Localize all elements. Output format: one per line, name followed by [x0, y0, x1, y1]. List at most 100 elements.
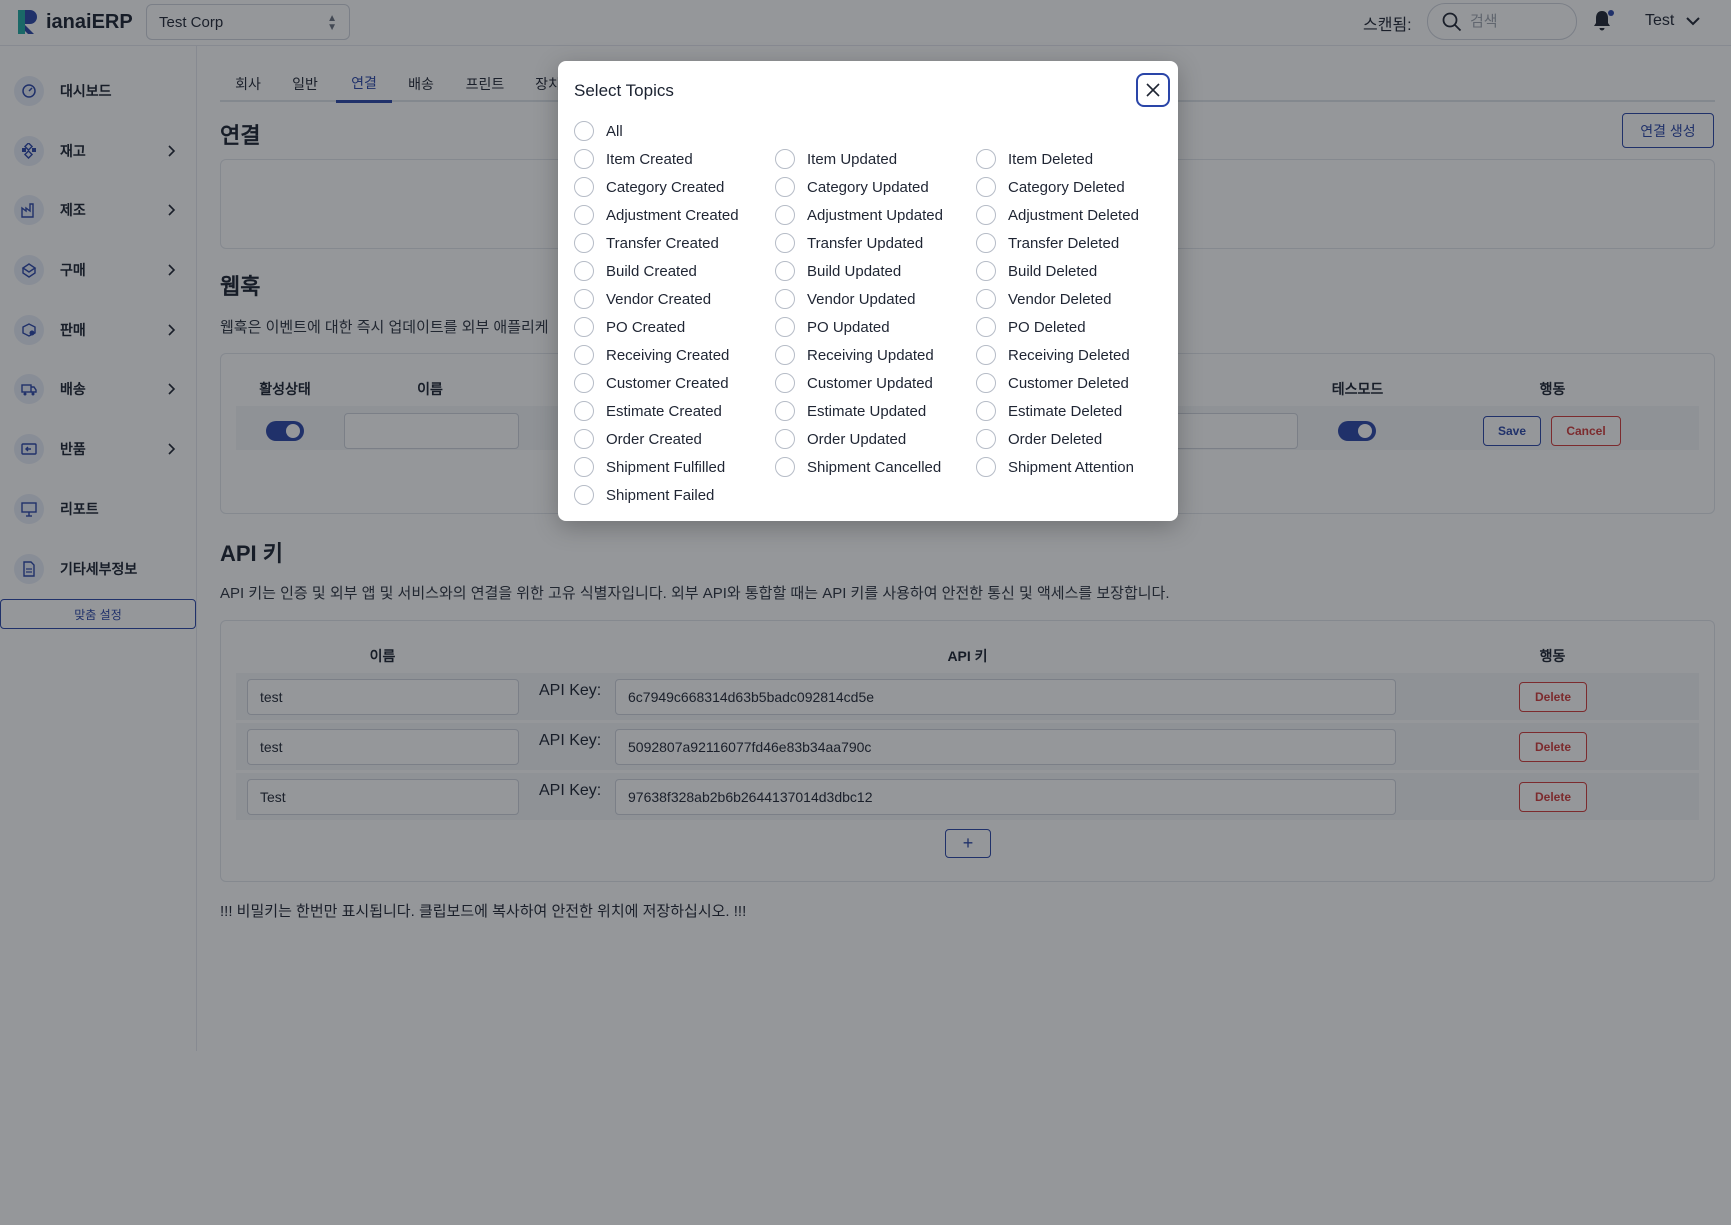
topic-checkbox[interactable]: Build Deleted: [976, 260, 1097, 282]
topic-checkbox[interactable]: Customer Updated: [775, 372, 933, 394]
checkbox[interactable]: [775, 261, 795, 281]
topic-label: Shipment Fulfilled: [606, 458, 726, 476]
topic-label: Order Updated: [807, 430, 907, 448]
topic-checkbox[interactable]: Receiving Updated: [775, 344, 934, 366]
checkbox[interactable]: [574, 177, 594, 197]
checkbox[interactable]: [775, 205, 795, 225]
topic-checkbox[interactable]: Build Created: [574, 260, 697, 282]
checkbox[interactable]: [976, 345, 996, 365]
topic-checkbox[interactable]: Shipment Failed: [574, 484, 714, 506]
topic-checkbox[interactable]: Vendor Created: [574, 288, 711, 310]
checkbox[interactable]: [976, 457, 996, 477]
checkbox[interactable]: [574, 149, 594, 169]
checkbox[interactable]: [775, 317, 795, 337]
topic-checkbox[interactable]: Receiving Created: [574, 344, 729, 366]
topic-label: Transfer Deleted: [1008, 234, 1120, 252]
checkbox[interactable]: [574, 205, 594, 225]
topic-checkbox[interactable]: Transfer Deleted: [976, 232, 1119, 254]
checkbox[interactable]: [574, 485, 594, 505]
checkbox[interactable]: [775, 289, 795, 309]
modal-close-button[interactable]: [1136, 73, 1170, 107]
topic-checkbox[interactable]: Transfer Created: [574, 232, 719, 254]
topic-checkbox[interactable]: Vendor Deleted: [976, 288, 1111, 310]
topic-checkbox[interactable]: PO Updated: [775, 316, 890, 338]
checkbox[interactable]: [976, 289, 996, 309]
checkbox[interactable]: [775, 373, 795, 393]
topic-checkbox[interactable]: Item Created: [574, 148, 693, 170]
close-icon: [1146, 83, 1160, 97]
topic-checkbox[interactable]: Adjustment Updated: [775, 204, 943, 226]
topic-label: Receiving Deleted: [1008, 346, 1130, 364]
checkbox[interactable]: [775, 401, 795, 421]
topic-checkbox[interactable]: Item Deleted: [976, 148, 1093, 170]
topic-label: Category Created: [606, 178, 725, 196]
topic-label: Item Created: [606, 150, 693, 168]
topic-label: Adjustment Created: [606, 206, 739, 224]
topic-checkbox[interactable]: Adjustment Deleted: [976, 204, 1139, 226]
topic-checkbox[interactable]: Estimate Created: [574, 400, 722, 422]
topic-label: Shipment Cancelled: [807, 458, 942, 476]
checkbox[interactable]: [976, 401, 996, 421]
topic-checkbox[interactable]: Build Updated: [775, 260, 901, 282]
checkbox[interactable]: [775, 457, 795, 477]
topic-checkbox[interactable]: Vendor Updated: [775, 288, 915, 310]
topic-checkbox[interactable]: PO Created: [574, 316, 685, 338]
checkbox[interactable]: [976, 233, 996, 253]
checkbox[interactable]: [574, 121, 594, 141]
topic-checkbox[interactable]: Shipment Attention: [976, 456, 1134, 478]
topic-checkbox[interactable]: Customer Created: [574, 372, 729, 394]
checkbox[interactable]: [775, 177, 795, 197]
checkbox[interactable]: [775, 233, 795, 253]
checkbox[interactable]: [574, 457, 594, 477]
checkbox[interactable]: [775, 149, 795, 169]
topic-label: Category Updated: [807, 178, 929, 196]
checkbox[interactable]: [574, 317, 594, 337]
checkbox[interactable]: [574, 373, 594, 393]
checkbox[interactable]: [976, 429, 996, 449]
topic-label: Category Deleted: [1008, 178, 1125, 196]
topic-checkbox[interactable]: Estimate Updated: [775, 400, 926, 422]
checkbox[interactable]: [976, 149, 996, 169]
topic-checkbox[interactable]: Order Updated: [775, 428, 906, 450]
checkbox[interactable]: [574, 429, 594, 449]
checkbox[interactable]: [574, 401, 594, 421]
checkbox[interactable]: [775, 345, 795, 365]
checkbox[interactable]: [976, 205, 996, 225]
topic-label: Customer Deleted: [1008, 374, 1129, 392]
checkbox[interactable]: [976, 261, 996, 281]
checkbox[interactable]: [976, 317, 996, 337]
topic-checkbox[interactable]: Estimate Deleted: [976, 400, 1122, 422]
topic-label: Vendor Updated: [807, 290, 916, 308]
checkbox[interactable]: [574, 289, 594, 309]
topic-label: All: [606, 122, 623, 140]
topic-checkbox[interactable]: Item Updated: [775, 148, 897, 170]
topic-label: Build Updated: [807, 262, 902, 280]
checkbox[interactable]: [976, 373, 996, 393]
topic-checkbox[interactable]: Receiving Deleted: [976, 344, 1130, 366]
topic-checkbox[interactable]: Transfer Updated: [775, 232, 923, 254]
topic-checkbox[interactable]: Shipment Cancelled: [775, 456, 941, 478]
topic-label: Customer Created: [606, 374, 729, 392]
topic-checkbox[interactable]: Shipment Fulfilled: [574, 456, 725, 478]
topic-label: Estimate Updated: [807, 402, 927, 420]
topic-checkbox[interactable]: Category Deleted: [976, 176, 1125, 198]
checkbox[interactable]: [976, 177, 996, 197]
topic-checkbox[interactable]: Adjustment Created: [574, 204, 739, 226]
topic-checkbox[interactable]: PO Deleted: [976, 316, 1086, 338]
topic-label: Adjustment Updated: [807, 206, 943, 224]
topic-checkbox[interactable]: Category Updated: [775, 176, 929, 198]
topic-label: Receiving Updated: [807, 346, 934, 364]
topic-label: PO Updated: [807, 318, 890, 336]
topic-checkbox[interactable]: Customer Deleted: [976, 372, 1129, 394]
topic-checkbox-all[interactable]: All: [574, 120, 623, 142]
topic-label: Receiving Created: [606, 346, 730, 364]
checkbox[interactable]: [574, 261, 594, 281]
topic-checkbox[interactable]: Category Created: [574, 176, 724, 198]
checkbox[interactable]: [574, 233, 594, 253]
topic-checkbox[interactable]: Order Deleted: [976, 428, 1102, 450]
checkbox[interactable]: [574, 345, 594, 365]
topic-checkbox[interactable]: Order Created: [574, 428, 702, 450]
topic-label: Transfer Created: [606, 234, 719, 252]
topic-label: Shipment Attention: [1008, 458, 1134, 476]
checkbox[interactable]: [775, 429, 795, 449]
